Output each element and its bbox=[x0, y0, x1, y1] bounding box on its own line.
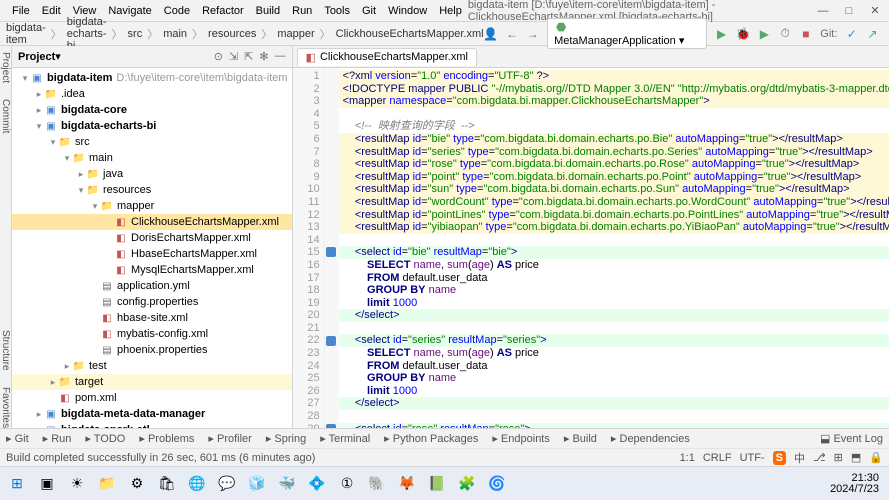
favorites-tool[interactable]: Favorites bbox=[0, 387, 11, 428]
debug-icon[interactable]: 🐞 bbox=[736, 27, 750, 41]
lock-icon[interactable]: 🔒 bbox=[869, 451, 883, 464]
tool-terminal[interactable]: ▸ Terminal bbox=[320, 432, 370, 445]
back-icon[interactable]: ← bbox=[506, 27, 519, 41]
tree-node[interactable]: ▤phoenix.properties bbox=[12, 342, 292, 358]
editor-tab[interactable]: ◧ ClickhouseEchartsMapper.xml bbox=[297, 48, 477, 66]
start-icon[interactable]: ⊞ bbox=[4, 471, 30, 497]
git-update-icon[interactable]: ✓ bbox=[845, 27, 858, 41]
close-icon[interactable]: ✕ bbox=[867, 3, 883, 19]
tool-build[interactable]: ▸ Build bbox=[564, 432, 597, 445]
xshell-icon[interactable]: 📗 bbox=[424, 471, 450, 497]
encoding[interactable]: UTF- bbox=[740, 452, 765, 464]
stop-icon[interactable]: ■ bbox=[800, 27, 813, 41]
settings-icon[interactable]: ✻ bbox=[259, 50, 268, 63]
qq-icon[interactable]: 💬 bbox=[214, 471, 240, 497]
tree-node[interactable]: ◧hbase-site.xml bbox=[12, 310, 292, 326]
tree-node[interactable]: ◧ClickhouseEchartsMapper.xml bbox=[12, 214, 292, 230]
tree-node[interactable]: ▸📁java bbox=[12, 166, 292, 182]
clock[interactable]: 21:302024/7/23 bbox=[830, 473, 885, 495]
gutter[interactable]: 1234567891011121314151617181920212223242… bbox=[293, 68, 325, 428]
run-config-select[interactable]: ⬣ MetaManagerApplication ▾ bbox=[547, 18, 707, 49]
ime-icon[interactable]: 中 bbox=[794, 450, 805, 466]
chrome-icon[interactable]: 🌐 bbox=[184, 471, 210, 497]
tree-node[interactable]: ▸▣bigdata-meta-data-manager bbox=[12, 406, 292, 422]
maximize-icon[interactable]: □ bbox=[841, 3, 857, 19]
select-opened-icon[interactable]: ⊙ bbox=[214, 50, 223, 63]
tree-node[interactable]: ▾📁resources bbox=[12, 182, 292, 198]
git-branch[interactable]: ⎇ bbox=[813, 451, 826, 464]
tree-node[interactable]: ▸📁target bbox=[12, 374, 292, 390]
tree-node[interactable]: ◧HbaseEchartsMapper.xml bbox=[12, 246, 292, 262]
project-tree[interactable]: ▾▣bigdata-itemD:\fuye\item-core\item\big… bbox=[12, 68, 292, 428]
tree-node[interactable]: ▤application.yml bbox=[12, 278, 292, 294]
tool-endpoints[interactable]: ▸ Endpoints bbox=[492, 432, 550, 445]
editor: ◧ ClickhouseEchartsMapper.xml 1234567891… bbox=[293, 46, 889, 428]
docker-icon[interactable]: 🐳 bbox=[274, 471, 300, 497]
idea-icon[interactable]: 💠 bbox=[304, 471, 330, 497]
tree-node[interactable]: ▸📁test bbox=[12, 358, 292, 374]
tree-node[interactable]: ▾▣bigdata-echarts-bi bbox=[12, 118, 292, 134]
tree-node[interactable]: ▾📁mapper bbox=[12, 198, 292, 214]
sogou-icon[interactable]: S bbox=[773, 451, 786, 465]
tool-spring[interactable]: ▸ Spring bbox=[266, 432, 306, 445]
weather-icon[interactable]: ☀ bbox=[64, 471, 90, 497]
vm-icon[interactable]: 🧩 bbox=[454, 471, 480, 497]
tool-todo[interactable]: ▸ TODO bbox=[85, 432, 125, 445]
store-icon[interactable]: 🛍 bbox=[154, 471, 180, 497]
user-icon[interactable]: 👤 bbox=[484, 27, 498, 41]
tree-node[interactable]: ▤config.properties bbox=[12, 294, 292, 310]
run-icon[interactable]: ▶ bbox=[715, 27, 728, 41]
tree-node[interactable]: ◧mybatis-config.xml bbox=[12, 326, 292, 342]
tool-profiler[interactable]: ▸ Profiler bbox=[208, 432, 251, 445]
project-panel: Project ▾ ⊙ ⇲ ⇱ ✻ — ▾▣bigdata-itemD:\fuy… bbox=[12, 46, 293, 428]
tool-run[interactable]: ▸ Run bbox=[43, 432, 72, 445]
hide-icon[interactable]: — bbox=[275, 50, 286, 63]
indent[interactable]: ⊞ bbox=[834, 451, 843, 464]
status-bar: Build completed successfully in 26 sec, … bbox=[0, 448, 889, 466]
left-tool-bar: Project Commit Structure Favorites bbox=[0, 46, 12, 428]
task-view-icon[interactable]: ▣ bbox=[34, 471, 60, 497]
mem[interactable]: ⬒ bbox=[851, 451, 861, 464]
forward-icon[interactable]: → bbox=[526, 27, 539, 41]
profile-icon[interactable]: ⏱ bbox=[779, 27, 792, 41]
settings-app-icon[interactable]: ⚙ bbox=[124, 471, 150, 497]
tree-node[interactable]: ▾📁main bbox=[12, 150, 292, 166]
xml-icon: ◧ bbox=[306, 51, 316, 64]
explorer-icon[interactable]: 📁 bbox=[94, 471, 120, 497]
tree-node[interactable]: ◧MysqlEchartsMapper.xml bbox=[12, 262, 292, 278]
code-icon[interactable]: 🧊 bbox=[244, 471, 270, 497]
minimize-icon[interactable]: — bbox=[815, 3, 831, 19]
structure-tool[interactable]: Structure bbox=[0, 330, 11, 371]
expand-icon[interactable]: ⇲ bbox=[229, 50, 238, 63]
tree-node[interactable]: ▾📁src bbox=[12, 134, 292, 150]
one-icon[interactable]: ① bbox=[334, 471, 360, 497]
commit-tool[interactable]: Commit bbox=[0, 99, 11, 133]
caret-pos[interactable]: 1:1 bbox=[680, 452, 695, 464]
git-push-icon[interactable]: ↗ bbox=[866, 27, 879, 41]
tree-node[interactable]: ◧pom.xml bbox=[12, 390, 292, 406]
tree-node[interactable]: ▸▣bigdata-core bbox=[12, 102, 292, 118]
project-tool[interactable]: Project bbox=[0, 52, 11, 83]
project-title: Project bbox=[18, 51, 55, 63]
line-sep[interactable]: CRLF bbox=[703, 452, 732, 464]
gutter-marks bbox=[325, 68, 339, 428]
tool-git[interactable]: ▸ Git bbox=[6, 432, 29, 445]
tool-problems[interactable]: ▸ Problems bbox=[139, 432, 194, 445]
status-message: Build completed successfully in 26 sec, … bbox=[6, 452, 315, 464]
firefox-icon[interactable]: 🦊 bbox=[394, 471, 420, 497]
collapse-icon[interactable]: ⇱ bbox=[244, 50, 253, 63]
bottom-toolbar: ▸ Git ▸ Run ▸ TODO ▸ Problems ▸ Profiler ▸ Sp… bbox=[0, 428, 889, 448]
tree-node[interactable]: ▸📁.idea bbox=[12, 86, 292, 102]
pg-icon[interactable]: 🐘 bbox=[364, 471, 390, 497]
tool-python-packages[interactable]: ▸ Python Packages bbox=[384, 432, 478, 445]
event-log[interactable]: ⬓ Event Log bbox=[820, 432, 883, 445]
edge-icon[interactable]: 🌀 bbox=[484, 471, 510, 497]
coverage-icon[interactable]: ▶ bbox=[758, 27, 771, 41]
windows-taskbar[interactable]: ⊞ ▣ ☀ 📁 ⚙ 🛍 🌐 💬 🧊 🐳 💠 ① 🐘 🦊 📗 🧩 🌀 21:302… bbox=[0, 466, 889, 500]
tree-node[interactable]: ◧DorisEchartsMapper.xml bbox=[12, 230, 292, 246]
tool-dependencies[interactable]: ▸ Dependencies bbox=[611, 432, 690, 445]
tree-node[interactable]: ▾▣bigdata-itemD:\fuye\item-core\item\big… bbox=[12, 70, 292, 86]
code-area[interactable]: <?xml version="1.0" encoding="UTF-8" ?><… bbox=[339, 68, 889, 428]
toolbar: bigdata-item〉bigdata-echarts-bi〉src〉main… bbox=[0, 22, 889, 46]
